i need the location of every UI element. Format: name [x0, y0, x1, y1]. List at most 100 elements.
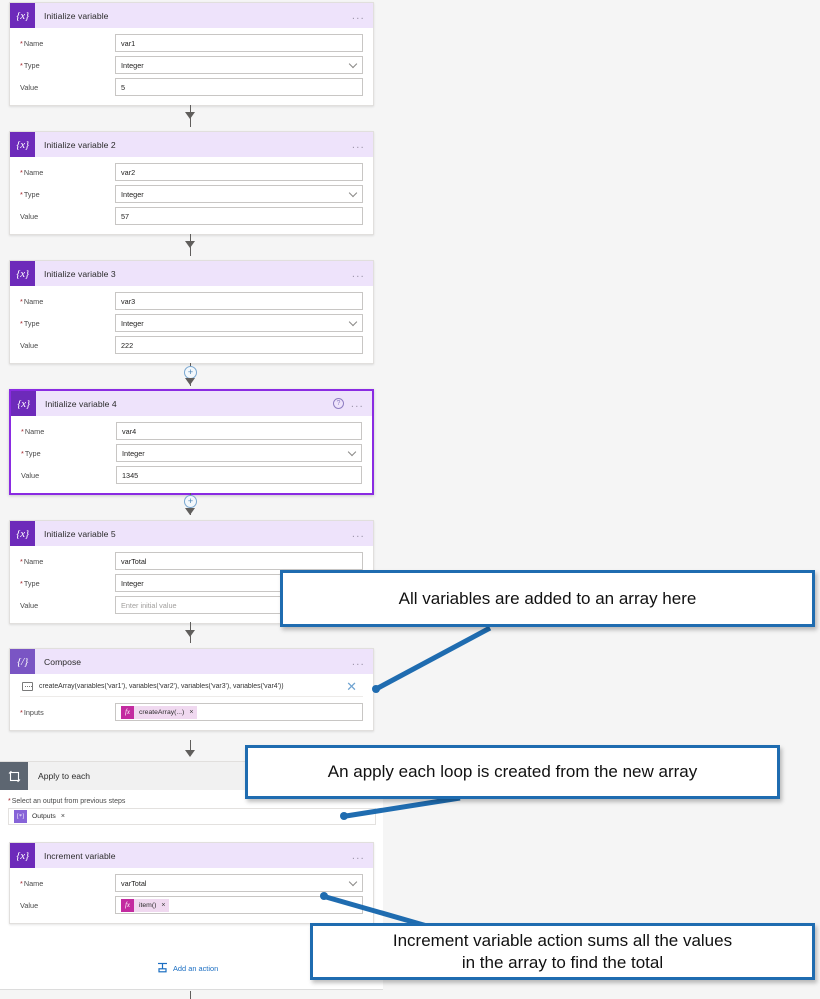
add-an-action-button[interactable]: Add an action: [157, 962, 218, 975]
expression-token[interactable]: fx item() ×: [121, 898, 170, 912]
required-asterisk: *: [20, 296, 23, 306]
card-body: *Name var3 *Type Integer Value 222: [10, 286, 373, 363]
card-body: *Name varTotal Value fx item() ×: [10, 868, 373, 923]
field-label: *Name: [20, 297, 115, 306]
field-label: *Name: [20, 557, 115, 566]
card-header[interactable]: {x} Initialize variable ...: [10, 3, 373, 28]
card-header[interactable]: {x} Initialize variable 2 ...: [10, 132, 373, 157]
action-card-initialize-variable[interactable]: {x} Initialize variable ... *Name var1 *…: [9, 2, 374, 106]
field-type: *Type Integer: [20, 56, 363, 74]
add-an-action-label: Add an action: [173, 964, 219, 973]
help-icon[interactable]: ?: [332, 398, 344, 409]
remove-token-icon[interactable]: ×: [61, 813, 65, 820]
outputs-icon: [*]: [14, 810, 27, 823]
name-input[interactable]: var3: [115, 292, 363, 310]
required-asterisk: *: [8, 798, 11, 805]
label-text: Select an output from previous steps: [11, 798, 126, 805]
card-menu-button[interactable]: ...: [352, 850, 365, 861]
field-value: Value 1345: [21, 466, 362, 484]
field-label: *Type: [20, 61, 115, 70]
field-name: *Name var4: [21, 422, 362, 440]
loop-icon: [0, 762, 28, 790]
name-input[interactable]: varTotal: [115, 552, 363, 570]
fx-icon: fx: [121, 898, 134, 912]
action-card-initialize-variable-3[interactable]: {x} Initialize variable 3 ... *Name var3…: [9, 260, 374, 364]
name-select[interactable]: varTotal: [115, 874, 363, 892]
fx-icon: fx: [121, 705, 134, 719]
action-card-compose[interactable]: {/} Compose ... createArray(variables('v…: [9, 648, 374, 731]
card-menu-button[interactable]: ...: [352, 10, 365, 21]
field-label: Value: [20, 82, 39, 92]
value-input[interactable]: 5: [115, 78, 363, 96]
outputs-token[interactable]: [*] Outputs ×: [14, 810, 69, 823]
expression-token[interactable]: fx createArray(...) ×: [121, 705, 198, 719]
variable-icon: {x}: [10, 843, 35, 868]
card-menu-button[interactable]: ...: [352, 528, 365, 539]
action-card-initialize-variable-4[interactable]: {x} Initialize variable 4 ? ... *Name va…: [9, 389, 374, 495]
label-text: Name: [24, 426, 45, 436]
action-card-initialize-variable-2[interactable]: {x} Initialize variable 2 ... *Name var2…: [9, 131, 374, 235]
label-text: Type: [23, 189, 40, 199]
card-header[interactable]: {/} Compose ...: [10, 649, 373, 674]
compose-icon: {/}: [10, 649, 35, 674]
field-type: *Type Integer: [20, 314, 363, 332]
callout-text: An apply each loop is created from the n…: [327, 762, 698, 782]
value-input[interactable]: 222: [115, 336, 363, 354]
card-header[interactable]: {x} Initialize variable 5 ...: [10, 521, 373, 546]
select-output-label: *Select an output from previous steps: [8, 798, 125, 805]
card-menu-button[interactable]: ...: [351, 398, 364, 409]
card-menu-button[interactable]: ...: [352, 139, 365, 150]
required-asterisk: *: [20, 60, 23, 70]
field-label: Value: [21, 470, 40, 480]
label-text: Type: [24, 448, 41, 458]
card-header[interactable]: {x} Increment variable ...: [10, 843, 373, 868]
type-select[interactable]: Integer: [115, 314, 363, 332]
card-title: Increment variable: [44, 850, 116, 861]
label-text: Inputs: [23, 707, 44, 717]
card-body: createArray(variables('var1'), variables…: [10, 674, 373, 730]
label-text: Type: [23, 578, 40, 588]
select-output-field[interactable]: [*] Outputs ×: [8, 808, 376, 825]
field-name: *Name var2: [20, 163, 363, 181]
field-label: *Type: [20, 190, 115, 199]
field-label: *Type: [20, 319, 115, 328]
variable-icon: {x}: [10, 132, 35, 157]
card-header[interactable]: {x} Initialize variable 4 ? ...: [11, 391, 372, 416]
remove-token-icon[interactable]: ×: [189, 709, 193, 716]
type-value: Integer: [122, 448, 145, 458]
type-select[interactable]: Integer: [115, 56, 363, 74]
label-text: Name: [23, 296, 44, 306]
card-title: Compose: [44, 656, 82, 667]
required-asterisk: *: [20, 189, 23, 199]
apply-to-each-title: Apply to each: [38, 771, 91, 781]
field-label: *Name: [20, 168, 115, 177]
required-asterisk: *: [20, 878, 23, 888]
value-input[interactable]: 1345: [116, 466, 362, 484]
card-menu-button[interactable]: ...: [352, 656, 365, 667]
card-title: Initialize variable 3: [44, 268, 116, 279]
value-input[interactable]: 57: [115, 207, 363, 225]
card-menu-button[interactable]: ...: [352, 268, 365, 279]
name-input[interactable]: var4: [116, 422, 362, 440]
name-input[interactable]: var1: [115, 34, 363, 52]
name-input[interactable]: var2: [115, 163, 363, 181]
connector-arrow: [185, 508, 195, 515]
value-field[interactable]: fx item() ×: [115, 896, 363, 914]
insert-step-button[interactable]: +: [184, 495, 197, 508]
chevron-down-icon: [348, 59, 358, 69]
remove-token-icon[interactable]: ×: [161, 902, 165, 909]
field-label: Value: [20, 900, 39, 910]
card-body: *Name var4 *Type Integer Value 1345: [11, 416, 372, 493]
chevron-down-icon: [348, 877, 358, 887]
inputs-field[interactable]: fx createArray(...) ×: [115, 703, 363, 721]
field-value: Value 222: [20, 336, 363, 354]
connector-arrow: [185, 750, 195, 757]
type-select[interactable]: Integer: [116, 444, 362, 462]
card-header[interactable]: {x} Initialize variable 3 ...: [10, 261, 373, 286]
action-card-increment-variable[interactable]: {x} Increment variable ... *Name varTota…: [9, 842, 374, 924]
name-value: varTotal: [121, 878, 147, 888]
close-icon[interactable]: ✕: [346, 680, 357, 693]
type-select[interactable]: Integer: [115, 185, 363, 203]
field-value: Value 5: [20, 78, 363, 96]
variable-icon: {x}: [10, 3, 35, 28]
